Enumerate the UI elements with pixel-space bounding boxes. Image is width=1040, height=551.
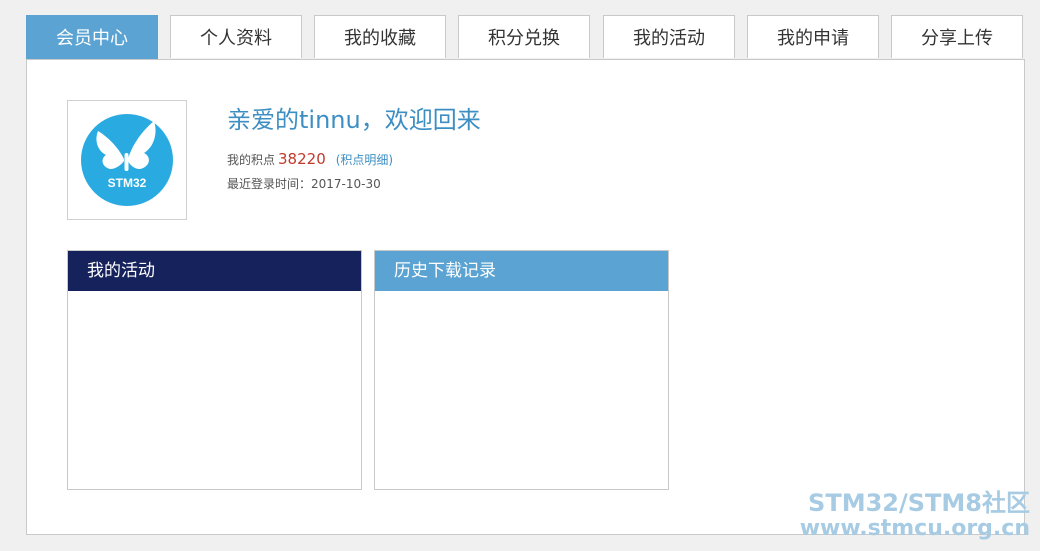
points-value: 38220 bbox=[278, 150, 326, 168]
last-login-label: 最近登录时间： bbox=[227, 177, 312, 191]
welcome-message: 亲爱的tinnu，欢迎回来 bbox=[227, 106, 481, 134]
logo-text: STM32 bbox=[108, 176, 147, 190]
tab-my-applications[interactable]: 我的申请 bbox=[747, 15, 879, 58]
tab-member-center[interactable]: 会员中心 bbox=[26, 15, 158, 59]
my-activities-header: 我的活动 bbox=[68, 251, 361, 291]
tab-personal-info[interactable]: 个人资料 bbox=[170, 15, 302, 58]
tab-my-activities[interactable]: 我的活动 bbox=[603, 15, 735, 58]
watermark-line2: www.stmcu.org.cn bbox=[799, 516, 1030, 541]
watermark-line1: STM32/STM8社区 bbox=[808, 489, 1030, 517]
download-history-box: 历史下载记录 bbox=[374, 250, 669, 490]
last-login-value: 2017-10-30 bbox=[311, 177, 381, 191]
tab-my-favorites[interactable]: 我的收藏 bbox=[314, 15, 446, 58]
points-label: 我的积点 bbox=[227, 153, 276, 167]
avatar: STM32 bbox=[67, 100, 187, 220]
member-center-panel: STM32 亲爱的tinnu，欢迎回来 我的积点 38220 (积点明细) 最近登录… bbox=[26, 59, 1025, 535]
points-detail-link[interactable]: (积点明细) bbox=[336, 153, 393, 167]
site-watermark: STM32/STM8社区 www.stmcu.org.cn bbox=[800, 490, 1030, 542]
my-activities-box: 我的活动 bbox=[67, 250, 362, 490]
last-login-row: 最近登录时间：2017-10-30 bbox=[227, 175, 381, 192]
stm32-butterfly-logo-icon: STM32 bbox=[81, 114, 173, 206]
tab-share-upload[interactable]: 分享上传 bbox=[891, 15, 1023, 58]
tab-points-exchange[interactable]: 积分兑换 bbox=[458, 15, 590, 58]
points-row: 我的积点 38220 (积点明细) bbox=[227, 150, 393, 168]
download-history-header: 历史下载记录 bbox=[375, 251, 668, 291]
